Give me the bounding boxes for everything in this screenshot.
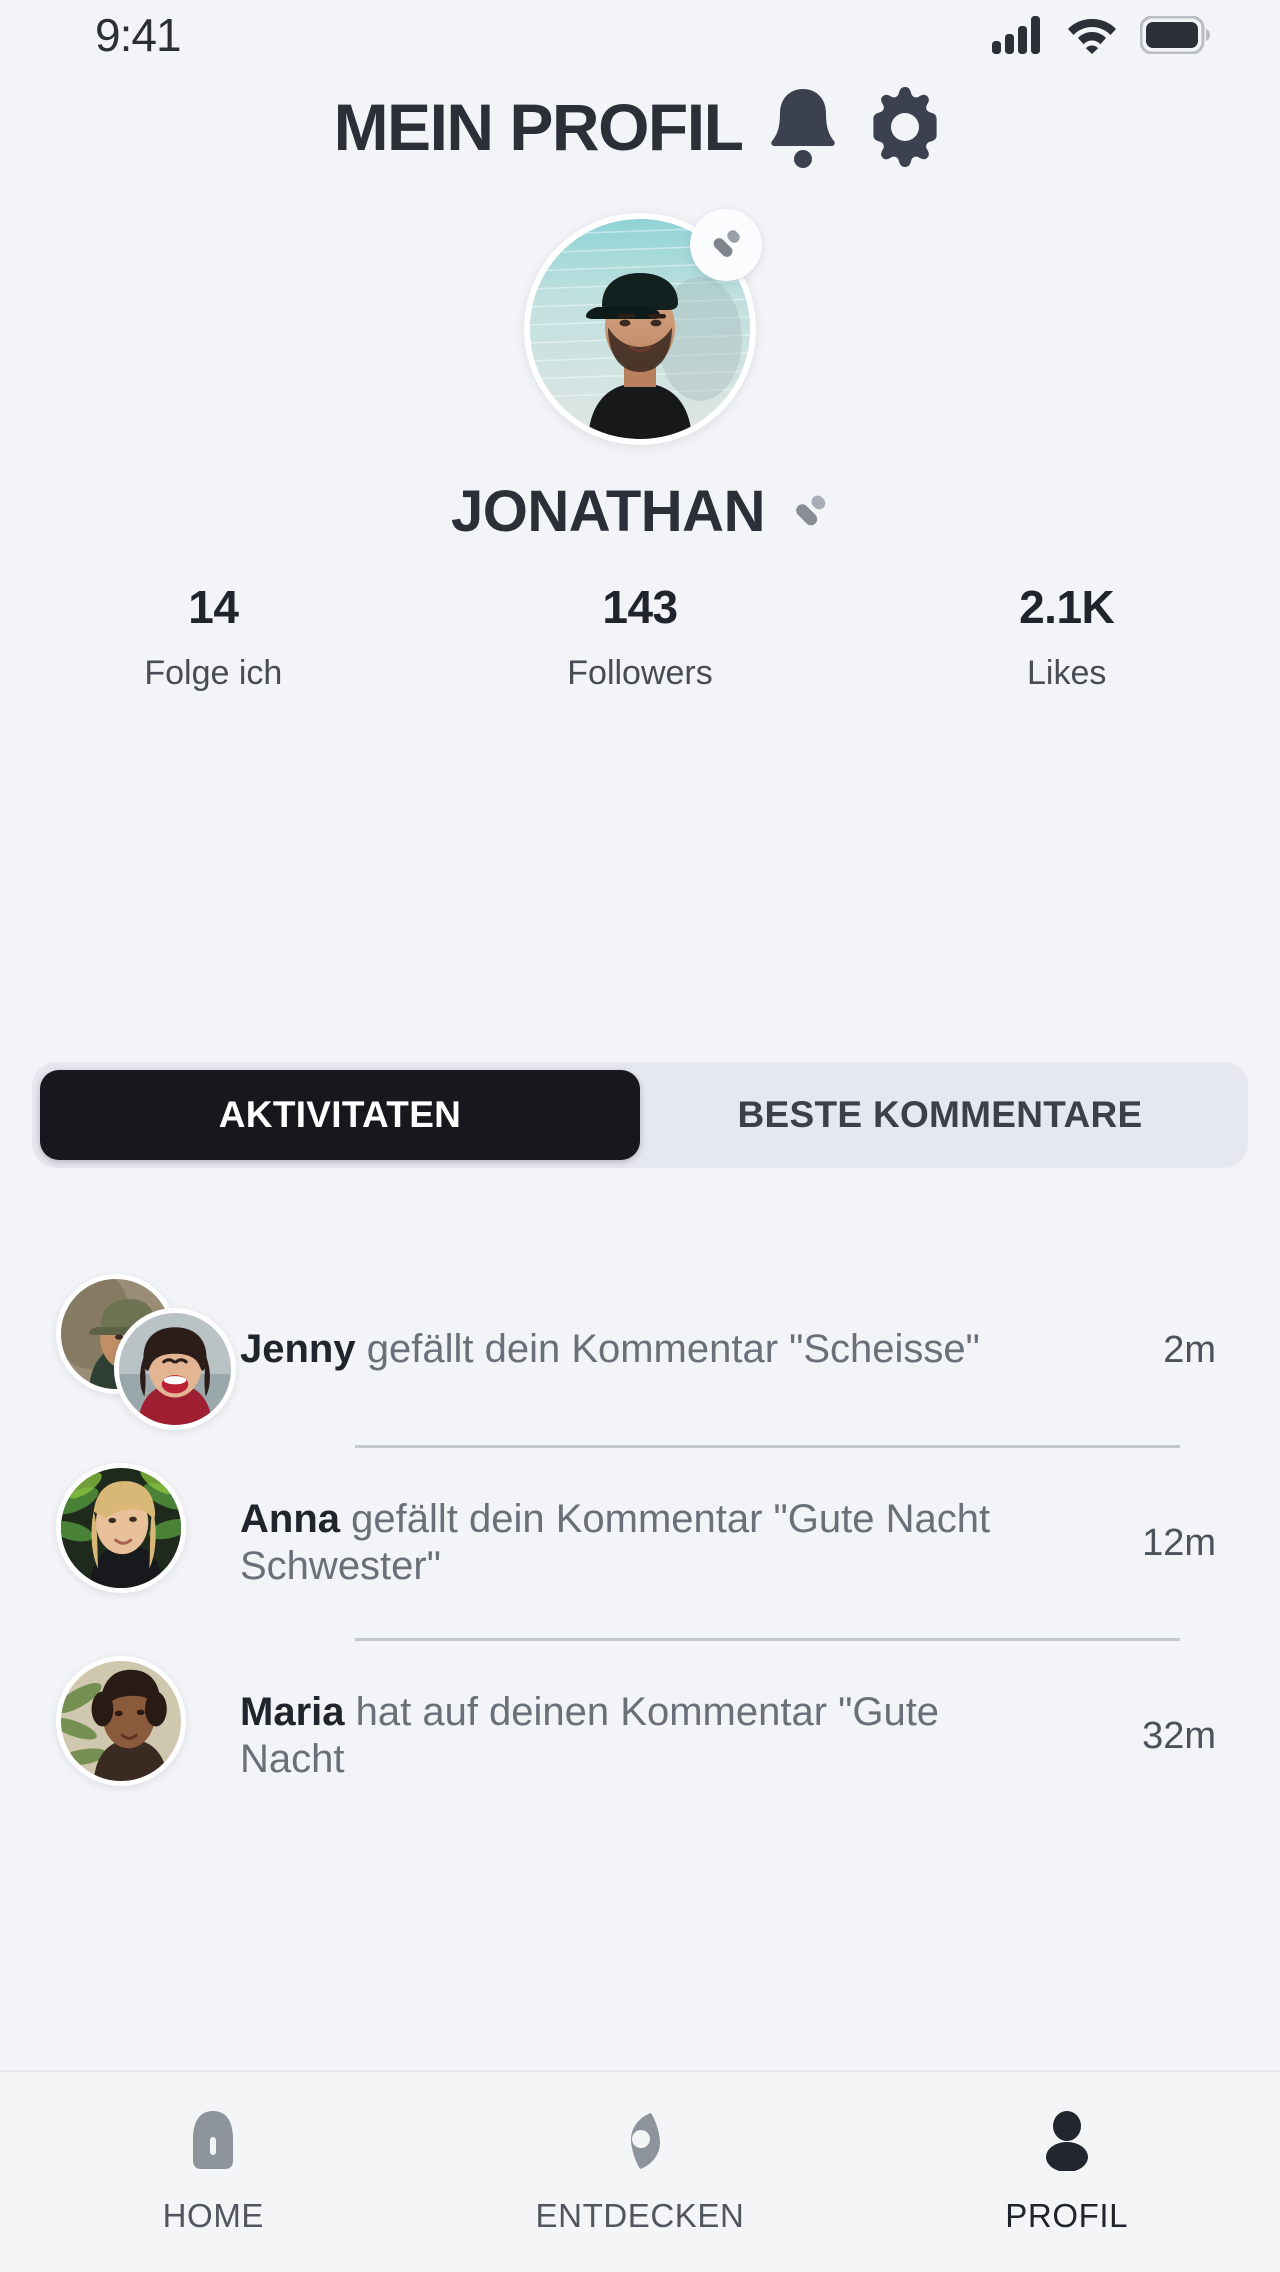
avatar-edit-button[interactable] <box>690 209 762 281</box>
home-icon <box>184 2109 242 2171</box>
activity-timestamp: 2m <box>1163 1328 1216 1371</box>
activity-body: hat auf deinen Kommentar "Gute Nacht <box>240 1689 940 1781</box>
page-header: MEIN PROFIL <box>0 72 1280 182</box>
activity-username: Anna <box>240 1496 340 1541</box>
stat-following[interactable]: 14 Folge ich <box>0 580 427 693</box>
activity-body: gefällt dein Kommentar "Gute Nacht Schwe… <box>240 1496 991 1588</box>
activity-username: Maria <box>240 1689 345 1734</box>
nav-item-home[interactable]: HOME <box>0 2109 427 2235</box>
nav-label: ENTDECKEN <box>535 2197 745 2234</box>
profile-username: JONATHAN <box>451 479 765 544</box>
wifi-icon <box>1066 16 1118 54</box>
pencil-edit-icon[interactable] <box>791 493 829 531</box>
battery-full-icon <box>1140 16 1210 54</box>
nav-label: HOME <box>162 2197 265 2234</box>
activity-avatars <box>56 1463 216 1623</box>
compass-icon <box>611 2109 669 2171</box>
avatar <box>56 1656 186 1786</box>
profile-stats: 14 Folge ich 143 Followers 2.1K Likes <box>0 580 1280 693</box>
stat-value: 2.1K <box>1019 581 1115 633</box>
nav-item-profil[interactable]: PROFIL <box>853 2109 1280 2235</box>
activity-username: Jenny <box>240 1327 356 1372</box>
activity-body: gefällt dein Kommentar "Scheisse" <box>355 1327 980 1372</box>
status-bar: 9:41 <box>0 0 1280 70</box>
bottom-navigation: HOME ENTDECKEN PROFIL <box>0 2070 1280 2272</box>
settings-gear-icon[interactable] <box>864 85 946 169</box>
stat-value: 14 <box>188 581 239 633</box>
stat-label: Folge ich <box>144 654 283 692</box>
status-bar-icons <box>992 16 1210 54</box>
activity-timestamp: 32m <box>1142 1714 1216 1757</box>
activity-item[interactable]: Maria hat auf deinen Kommentar "Gute Nac… <box>0 1641 1280 1831</box>
pencil-edit-icon <box>709 228 743 262</box>
stat-value: 143 <box>602 581 678 633</box>
activity-list: Jenny gefällt dein Kommentar "Scheisse" … <box>0 1255 1280 2195</box>
tab-beste-kommentare[interactable]: BESTE KOMMENTARE <box>640 1070 1240 1160</box>
cellular-signal-icon <box>992 16 1044 54</box>
status-bar-clock: 9:41 <box>95 9 182 61</box>
stat-label: Likes <box>1026 654 1107 692</box>
profile-avatar[interactable] <box>524 209 762 445</box>
nav-label: PROFIL <box>1005 2197 1129 2234</box>
avatar <box>56 1463 186 1593</box>
activity-avatars <box>56 1270 236 1430</box>
activity-item[interactable]: Anna gefällt dein Kommentar "Gute Nacht … <box>0 1448 1280 1638</box>
tab-aktivitaten[interactable]: AKTIVITATEN <box>40 1070 640 1160</box>
stat-likes[interactable]: 2.1K Likes <box>853 580 1280 693</box>
activity-text: Jenny gefällt dein Kommentar "Scheisse" <box>216 1326 1066 1373</box>
stat-followers[interactable]: 143 Followers <box>427 580 854 693</box>
person-icon <box>1038 2109 1096 2171</box>
activity-text: Maria hat auf deinen Kommentar "Gute Nac… <box>216 1689 1066 1783</box>
page-title: MEIN PROFIL <box>333 90 744 164</box>
activity-avatars <box>56 1656 216 1816</box>
activity-timestamp: 12m <box>1142 1521 1216 1564</box>
activity-item[interactable]: Jenny gefällt dein Kommentar "Scheisse" … <box>0 1255 1280 1445</box>
activity-text: Anna gefällt dein Kommentar "Gute Nacht … <box>216 1496 1066 1590</box>
notification-bell-icon[interactable] <box>764 85 842 169</box>
stat-label: Followers <box>567 654 713 692</box>
profile-tabs: AKTIVITATEN BESTE KOMMENTARE <box>32 1062 1248 1168</box>
avatar <box>114 1308 236 1430</box>
profile-name-row: JONATHAN <box>0 478 1280 545</box>
nav-item-entdecken[interactable]: ENTDECKEN <box>427 2109 854 2235</box>
